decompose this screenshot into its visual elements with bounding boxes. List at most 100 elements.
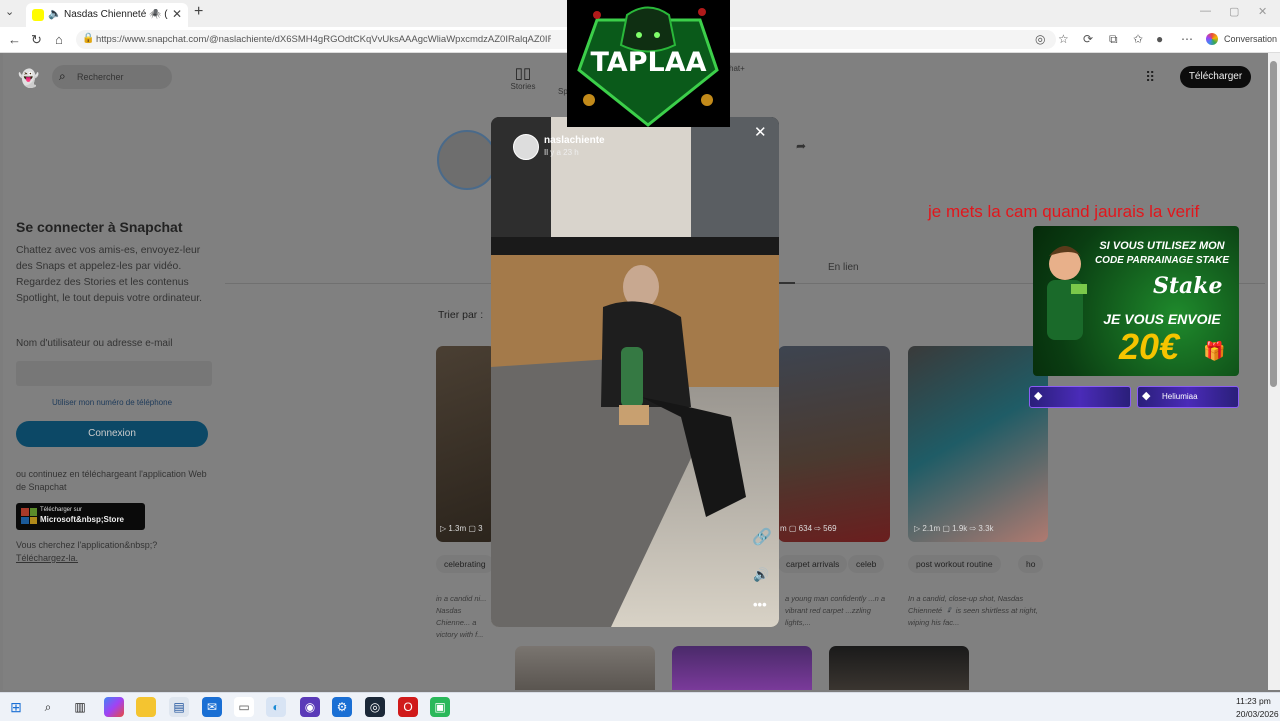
scrollbar[interactable] [1268, 53, 1280, 690]
store-icon[interactable]: ▤ [169, 697, 189, 717]
reader-icon[interactable]: ◎ [1035, 32, 1045, 46]
video-thumbnail[interactable] [672, 646, 812, 690]
close-tab-icon[interactable]: ✕ [172, 7, 182, 21]
lock-icon[interactable]: 🔒 [82, 33, 94, 44]
tab-list-icon[interactable]: ⌄ [5, 5, 14, 18]
favorites-icon[interactable]: ✩ [1133, 32, 1143, 46]
video-thumbnail[interactable] [515, 646, 655, 690]
video-stats: ▷ 2.1m ▢ 1.9k ⇨ 3.3k [914, 524, 994, 533]
profile-avatar[interactable] [437, 130, 497, 190]
snapchat-ghost-icon[interactable]: 👻 [18, 69, 39, 89]
stake-promo-banner: SI VOUS UTILISEZ MON CODE PARRAINAGE STA… [1033, 226, 1239, 376]
snapchat-favicon-icon [32, 9, 44, 21]
mail-icon[interactable]: ✉ [202, 697, 222, 717]
tab-title: Nasdas Chienneté 🕷️ (@nasl... [64, 9, 168, 20]
video-thumbnail[interactable] [829, 646, 969, 690]
apps-grid-icon[interactable]: ⠿ [1145, 69, 1155, 86]
url-field[interactable]: 🔒 https://www.snapchat.com/@naslachiente… [76, 30, 1056, 49]
link-icon[interactable]: 🔗 [752, 527, 772, 547]
search-app-text: Vous cherchez l'application&nbsp;? [16, 540, 158, 550]
gem-badge-label: Heliumiaa [1162, 392, 1198, 401]
sort-label[interactable]: Trier par : [438, 309, 483, 321]
clock-time[interactable]: 11:23 pm [1236, 696, 1271, 706]
refresh-icon[interactable]: ↻ [31, 32, 42, 48]
task-view-icon[interactable]: ▥ [70, 697, 90, 717]
video-card[interactable]: m ▢ 634 ⇨ 569 [778, 346, 890, 542]
extensions-icon[interactable]: ⟳ [1083, 32, 1093, 46]
scrollbar-thumb[interactable] [1270, 61, 1277, 387]
copilot-icon[interactable] [1206, 33, 1218, 45]
share-icon[interactable]: ➦ [796, 139, 806, 153]
username-label: Nom d'utilisateur ou adresse e-mail [16, 338, 173, 349]
file-explorer-icon[interactable] [136, 697, 156, 717]
video-stats: ▷ 1.3m ▢ 3 [440, 524, 483, 533]
back-icon[interactable]: ← [8, 32, 21, 47]
username-input[interactable] [16, 361, 212, 386]
new-tab-icon[interactable]: + [194, 3, 203, 21]
promo-line2: CODE PARRAINAGE STAKE [1094, 255, 1230, 266]
sound-icon[interactable]: 🔊 [753, 567, 769, 583]
profile-icon[interactable]: ● [1156, 32, 1163, 46]
taplaa-logo: TAPLAA [567, 0, 730, 127]
search-icon[interactable]: ⌕ [38, 697, 58, 717]
app-icon[interactable]: ⚙ [332, 697, 352, 717]
opera-icon[interactable]: O [398, 697, 418, 717]
gem-icon: ◆ [1142, 390, 1151, 402]
gift-icon: 🎁 [1203, 341, 1226, 361]
story-video-frame [491, 117, 779, 627]
tag-chip[interactable]: post workout routine [908, 555, 1001, 573]
video-card[interactable]: ▷ 2.1m ▢ 1.9k ⇨ 3.3k [908, 346, 1048, 542]
notepad-icon[interactable]: ▭ [234, 697, 254, 717]
nav-stories[interactable]: ▯▯ Stories [508, 64, 538, 91]
tag-chip[interactable]: celebrating [436, 555, 494, 573]
story-viewer[interactable]: ✕ naslachiente Il y a 23 h 🔗 🔊 ••• [491, 117, 779, 627]
browser-tab[interactable]: 🔈 Nasdas Chienneté 🕷️ (@nasl... ✕ [26, 3, 188, 27]
gem-icon: ◆ [1034, 390, 1043, 402]
edge-icon[interactable]: ◐ [266, 697, 286, 717]
login-title: Se connecter à Snapchat [16, 219, 183, 235]
app2-icon[interactable]: ▣ [430, 697, 450, 717]
microsoft-logo-icon [21, 508, 37, 524]
search-input[interactable]: ⌕ Rechercher [52, 65, 172, 89]
video-description: a young man confidently ...n a vibrant r… [785, 594, 886, 627]
phone-number-link[interactable]: Utiliser mon numéro de téléphone [16, 398, 208, 407]
windows-taskbar: ⊞ ⌕ ▥ ▤ ✉ ▭ ◐ ◉ ⚙ ◎ O ▣ [0, 692, 1280, 721]
split-screen-icon[interactable]: ⧉ [1109, 32, 1118, 47]
favorite-star-icon[interactable]: ☆ [1058, 32, 1069, 46]
tag-chip[interactable]: celeb [848, 555, 885, 573]
connect-button[interactable]: Connexion [16, 421, 208, 447]
download-button[interactable]: Télécharger [1180, 66, 1251, 88]
steam-icon[interactable]: ◎ [365, 697, 385, 717]
video-description: in a candid ni... Nasdas Chienne... a vi… [436, 594, 487, 639]
maximize-icon[interactable]: ▢ [1229, 5, 1239, 18]
stake-brand: Stake [1153, 273, 1223, 299]
logo-text: TAPLAA [590, 47, 707, 78]
video-stats: m ▢ 634 ⇨ 569 [780, 524, 837, 533]
gem-badge: ◆ Heliumiaa [1137, 386, 1239, 408]
microsoft-store-button[interactable]: Télécharger sur Microsoft&nbsp;Store [16, 503, 145, 530]
home-icon[interactable]: ⌂ [55, 32, 63, 47]
more-menu-icon[interactable]: ⋯ [1181, 32, 1193, 46]
conversation-button[interactable]: Conversation [1224, 34, 1277, 44]
download-app-link[interactable]: Téléchargez-la. [16, 553, 78, 563]
minimize-icon[interactable]: — [1200, 5, 1211, 17]
story-user-avatar[interactable] [513, 134, 539, 160]
app-download-text: ou continuez en téléchargeant l'applicat… [16, 469, 207, 492]
close-story-icon[interactable]: ✕ [754, 123, 767, 141]
messenger-icon[interactable]: ◉ [300, 697, 320, 717]
speaker-icon[interactable]: 🔈 [48, 7, 62, 20]
tag-chip[interactable]: ho [1018, 555, 1044, 573]
story-username[interactable]: naslachiente [544, 135, 605, 146]
more-options-icon[interactable]: ••• [753, 597, 767, 612]
gem-badge: ◆ [1029, 386, 1131, 408]
clock-date[interactable]: 20/03/2026 [1236, 709, 1279, 719]
video-description: In a candid, close-up shot, Nasdas Chien… [908, 594, 1038, 627]
video-card[interactable]: ▷ 1.3m ▢ 3 [436, 346, 496, 542]
search-icon: ⌕ [59, 69, 66, 83]
start-icon[interactable]: ⊞ [6, 697, 26, 717]
close-window-icon[interactable]: ✕ [1258, 5, 1267, 18]
nav-stories-label: Stories [510, 82, 536, 91]
tag-chip[interactable]: carpet arrivals [778, 555, 848, 573]
copilot-app-icon[interactable] [104, 697, 124, 717]
tab-related[interactable]: En lien [828, 262, 859, 273]
